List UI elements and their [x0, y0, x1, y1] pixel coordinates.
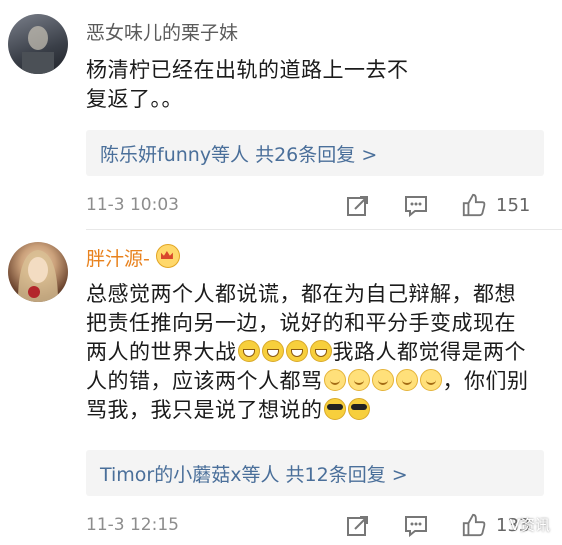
- replies-link[interactable]: Timor的小蘑菇x等人 共12条回复 >: [100, 460, 408, 487]
- like-icon[interactable]: [460, 192, 488, 218]
- comment-2: 胖汁源- 总感觉两个人都说谎，都在为自己辩解，都想把责任推向另一边，说好的和平分…: [0, 230, 562, 545]
- share-icon[interactable]: [345, 513, 371, 539]
- timestamp: 11-3 10:03: [86, 195, 179, 215]
- username-text[interactable]: 胖汁源-: [86, 248, 150, 270]
- like-icon[interactable]: [460, 512, 488, 538]
- replies-summary[interactable]: Timor的小蘑菇x等人 共12条回复 >: [86, 450, 544, 496]
- smile-emoji-icon: [395, 369, 418, 391]
- timestamp: 11-3 12:15: [86, 515, 179, 535]
- smile-emoji-icon: [323, 369, 346, 391]
- cool-emoji-icon: [347, 398, 370, 420]
- smile-emoji-icon: [371, 369, 394, 391]
- cool-emoji-icon: [323, 398, 346, 420]
- laugh-emoji-icon: [309, 340, 332, 362]
- username[interactable]: 胖汁源-: [86, 244, 180, 271]
- laugh-emoji-icon: [261, 340, 284, 362]
- like-count: 151: [496, 195, 531, 216]
- avatar-image: [22, 26, 54, 74]
- username[interactable]: 恶女味儿的栗子妹: [86, 18, 238, 45]
- comment-text: 总感觉两个人都说谎，都在为自己辩解，都想把责任推向另一边，说好的和平分手变成现在…: [86, 280, 536, 425]
- laugh-emoji-icon: [285, 340, 308, 362]
- crown-icon: [155, 244, 180, 268]
- comment-icon[interactable]: [403, 193, 429, 219]
- smile-emoji-icon: [419, 369, 442, 391]
- laugh-emoji-icon: [237, 340, 260, 362]
- watermark: V资讯: [509, 516, 550, 534]
- replies-summary[interactable]: 陈乐妍funny等人 共26条回复 >: [86, 130, 544, 176]
- share-icon[interactable]: [345, 193, 371, 219]
- comment-icon[interactable]: [403, 513, 429, 539]
- comment-text: 杨清柠已经在出轨的道路上一去不复返了。。: [86, 58, 409, 111]
- replies-link[interactable]: 陈乐妍funny等人 共26条回复 >: [100, 140, 377, 167]
- avatar[interactable]: [8, 14, 68, 74]
- avatar-image: [18, 250, 58, 302]
- avatar[interactable]: [8, 242, 68, 302]
- comment-1: 恶女味儿的栗子妹 杨清柠已经在出轨的道路上一去不复返了。。 陈乐妍funny等人…: [0, 0, 562, 228]
- smile-emoji-icon: [347, 369, 370, 391]
